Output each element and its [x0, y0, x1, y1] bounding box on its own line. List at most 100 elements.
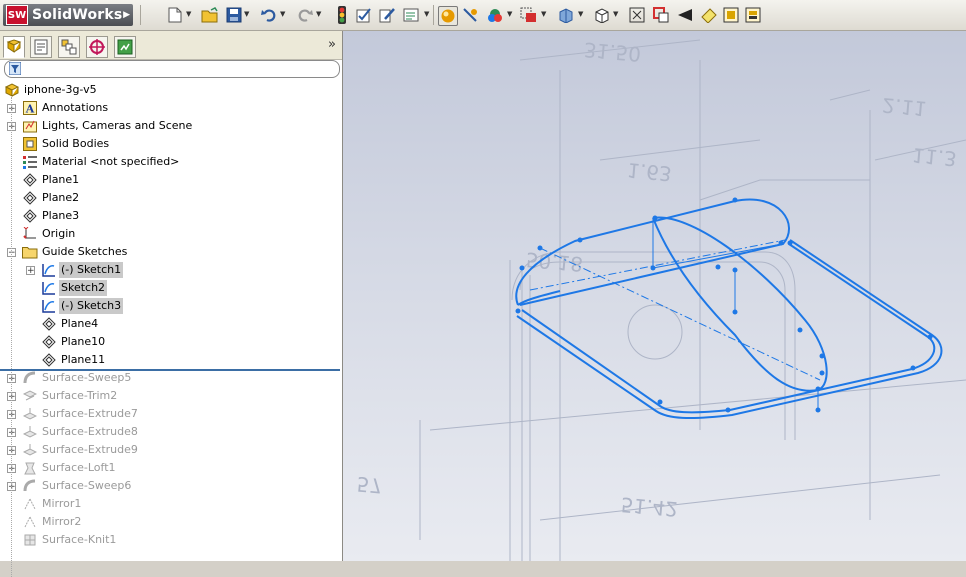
tree-item[interactable]: Plane3	[0, 207, 340, 225]
tree-item-label: Surface-Extrude9	[42, 443, 138, 456]
configurationmanager-tab[interactable]	[58, 36, 80, 58]
undo-icon[interactable]	[260, 6, 278, 24]
tree-item[interactable]: Mirror1	[0, 495, 340, 513]
featuremanager-tab[interactable]	[3, 36, 25, 58]
tree-item-label: iphone-3g-v5	[24, 83, 97, 96]
tree-item[interactable]: + Surface-Sweep6	[0, 477, 340, 495]
tree-item[interactable]: Sketch2	[0, 279, 340, 297]
surface-sweep-icon	[22, 478, 38, 494]
material-icon	[22, 154, 38, 170]
zoom-to-fit-icon[interactable]	[628, 6, 646, 24]
tree-item-label: Annotations	[42, 101, 109, 114]
tree-item[interactable]: + Lights, Cameras and Scene	[0, 117, 340, 135]
feature-manager-tabs: »	[0, 31, 342, 60]
tree-item-label: Mirror2	[42, 515, 82, 528]
open-icon[interactable]	[201, 6, 219, 24]
tree-item[interactable]: + Surface-Trim2	[0, 387, 340, 405]
tree-item-label: Surface-Knit1	[42, 533, 117, 546]
tree-item-label: Plane3	[42, 209, 80, 222]
redo-icon[interactable]	[296, 6, 314, 24]
chevron-down-icon[interactable]: ▼	[507, 10, 512, 18]
surface-extrude-icon	[22, 442, 38, 458]
tree-item[interactable]: − Guide Sketches	[0, 243, 340, 261]
apply-scene-icon[interactable]	[486, 6, 504, 24]
tree-item[interactable]: Origin	[0, 225, 340, 243]
chevron-down-icon[interactable]: ▼	[316, 10, 321, 18]
options-icon[interactable]	[355, 6, 373, 24]
section-view-icon[interactable]	[557, 6, 575, 24]
tree-connector-lines	[11, 97, 13, 577]
tree-item[interactable]: Surface-Knit1	[0, 531, 340, 549]
tree-item-label: Surface-Sweep6	[42, 479, 132, 492]
tree-item[interactable]: + Surface-Extrude9	[0, 441, 340, 459]
plane-icon	[22, 208, 38, 224]
tree-item-label: Lights, Cameras and Scene	[42, 119, 193, 132]
display-style-icon[interactable]	[722, 6, 740, 24]
display-manager-tab[interactable]	[114, 36, 136, 58]
tree-item[interactable]: Plane11	[0, 351, 340, 369]
active-sketches	[515, 198, 943, 420]
chevron-down-icon[interactable]: ▼	[613, 10, 618, 18]
dimension-label: 2.11	[881, 93, 927, 121]
tree-item[interactable]: + Surface-Extrude7	[0, 405, 340, 423]
tree-item[interactable]: Plane4	[0, 315, 340, 333]
model-view: 31.50 1.63 2.11 11.3 50.18 51.42 57	[356, 38, 966, 561]
view-orientation-icon[interactable]	[593, 6, 611, 24]
edit-appearance-icon[interactable]	[379, 6, 397, 24]
feature-tree-filter[interactable]	[4, 60, 340, 78]
tree-item[interactable]: + A Annotations	[0, 99, 340, 117]
mirror-icon	[22, 514, 38, 530]
edit-sketch-icon[interactable]	[700, 6, 718, 24]
previous-view-icon[interactable]	[676, 6, 694, 24]
tree-item[interactable]: Plane10	[0, 333, 340, 351]
tree-item[interactable]: Solid Bodies	[0, 135, 340, 153]
surface-knit-icon	[22, 532, 38, 548]
collapse-panel-button[interactable]: »	[328, 37, 336, 52]
tree-item[interactable]: Mirror2	[0, 513, 340, 531]
tree-item[interactable]: Material <not specified>	[0, 153, 340, 171]
tree-item[interactable]: Plane2	[0, 189, 340, 207]
chevron-down-icon[interactable]: ▼	[424, 10, 429, 18]
hide-items-icon[interactable]	[744, 6, 762, 24]
new-document-icon[interactable]	[166, 6, 184, 24]
tree-item[interactable]: + Surface-Sweep5	[0, 369, 340, 387]
tree-item[interactable]: + Surface-Extrude8	[0, 423, 340, 441]
tree-item-label: Plane11	[61, 353, 106, 366]
hide-show-icon[interactable]	[520, 6, 538, 24]
dimension-label: 1.63	[626, 158, 672, 186]
shaded-icon[interactable]	[438, 6, 458, 26]
tree-item-label: (-) Sketch1	[59, 262, 124, 278]
plane-icon	[41, 316, 57, 332]
tree-item[interactable]: Plane1	[0, 171, 340, 189]
propertymanager-tab[interactable]	[30, 36, 52, 58]
solidworks-menu-button[interactable]: SW SolidWorks ▶	[3, 4, 133, 26]
chevron-down-icon[interactable]: ▼	[541, 10, 546, 18]
part-icon	[4, 82, 20, 98]
chevron-down-icon[interactable]: ▼	[186, 10, 191, 18]
graphics-area[interactable]: 31.50 1.63 2.11 11.3 50.18 51.42 57	[343, 31, 966, 561]
plane-icon	[41, 334, 57, 350]
properties-icon[interactable]	[403, 6, 421, 24]
surface-extrude-icon	[22, 424, 38, 440]
rollback-bar[interactable]	[0, 369, 340, 371]
tree-item-label: Mirror1	[42, 497, 82, 510]
tree-item[interactable]: (-) Sketch3	[0, 297, 340, 315]
rebuild-icon[interactable]	[333, 6, 351, 24]
sketch-icon	[41, 298, 57, 314]
tree-item-label: Plane1	[42, 173, 80, 186]
svg-text:A: A	[25, 103, 35, 116]
sketch-icon	[41, 280, 57, 296]
tree-item-label: Plane4	[61, 317, 99, 330]
tree-item-label: Surface-Extrude7	[42, 407, 138, 420]
tree-item[interactable]: iphone-3g-v5	[0, 81, 340, 99]
zoom-to-area-icon[interactable]	[652, 6, 670, 24]
chevron-down-icon[interactable]: ▼	[578, 10, 583, 18]
chevron-down-icon[interactable]: ▼	[244, 10, 249, 18]
tree-item[interactable]: + Surface-Loft1	[0, 459, 340, 477]
view-icon[interactable]	[462, 6, 480, 24]
chevron-down-icon[interactable]: ▼	[280, 10, 285, 18]
tree-item[interactable]: + (-) Sketch1	[0, 261, 340, 279]
save-icon[interactable]	[225, 6, 243, 24]
expand-toggle[interactable]: +	[26, 266, 35, 276]
dimxpert-tab[interactable]	[86, 36, 108, 58]
